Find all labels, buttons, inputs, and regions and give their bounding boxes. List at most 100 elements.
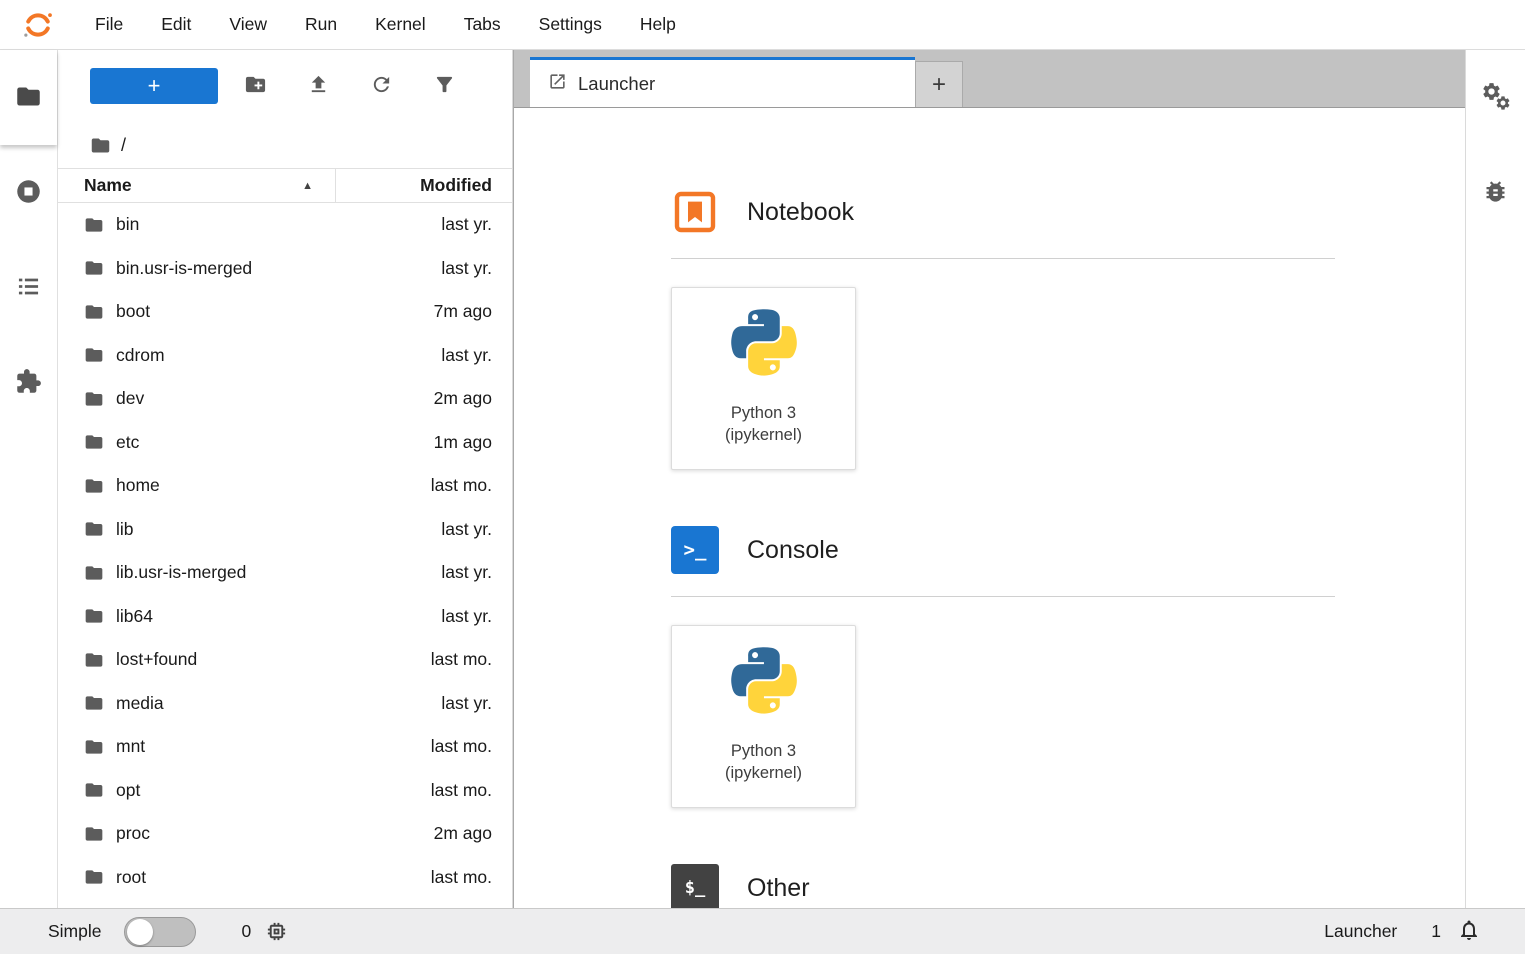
new-folder-icon — [244, 73, 267, 99]
breadcrumb: / — [58, 122, 512, 168]
jupyter-logo-icon — [22, 8, 56, 42]
file-name: mnt — [116, 736, 145, 757]
launcher-section-console: >_ Console Python 3 — [671, 526, 1335, 808]
notification-bell-button[interactable] — [1457, 918, 1481, 945]
kernel-sessions-icon[interactable] — [265, 920, 288, 943]
file-name: media — [116, 693, 164, 714]
sidebar-tab-file-browser[interactable] — [0, 50, 57, 145]
folder-icon — [84, 737, 104, 757]
launcher-section-notebook: Notebook Python 3 (ipykernel) — [671, 188, 1335, 470]
menu-item[interactable]: Settings — [520, 0, 621, 49]
menu-item[interactable]: Tabs — [445, 0, 520, 49]
file-name: dev — [116, 388, 144, 409]
new-launcher-button[interactable]: + — [90, 68, 218, 104]
file-row[interactable]: home last mo. — [58, 464, 512, 508]
menu-item[interactable]: Run — [286, 0, 356, 49]
file-name: opt — [116, 780, 140, 801]
file-modified: last yr. — [441, 606, 512, 627]
launcher-section-other: $_ Other — [671, 864, 1335, 908]
file-list-header: Name ▲ Modified — [58, 168, 512, 203]
home-folder-icon[interactable] — [90, 135, 111, 156]
file-browser-panel: + — [58, 50, 513, 908]
launcher-card-notebook-python3[interactable]: Python 3 (ipykernel) — [671, 287, 856, 470]
simple-mode-toggle[interactable] — [124, 917, 196, 947]
file-list: bin last yr. bin.usr-is-merged last yr. — [58, 203, 512, 908]
launcher-card-console-python3[interactable]: Python 3 (ipykernel) — [671, 625, 856, 808]
file-modified: last yr. — [441, 345, 512, 366]
workspace: + — [0, 50, 1525, 908]
folder-icon — [84, 476, 104, 496]
refresh-icon — [370, 73, 393, 99]
sidebar-tab-debugger[interactable] — [1467, 145, 1524, 240]
jupyterlab-app: File Edit View Run Kernel Tabs Settings … — [0, 0, 1525, 954]
file-row[interactable]: lib.usr-is-merged last yr. — [58, 551, 512, 595]
menu-item[interactable]: Help — [621, 0, 695, 49]
menu-bar: File Edit View Run Kernel Tabs Settings … — [0, 0, 1525, 50]
file-row[interactable]: root last mo. — [58, 856, 512, 900]
folder-icon — [84, 432, 104, 452]
file-name: lib.usr-is-merged — [116, 562, 246, 583]
folder-icon — [84, 345, 104, 365]
file-row[interactable]: boot 7m ago — [58, 290, 512, 334]
file-modified: 2m ago — [434, 388, 512, 409]
menu-item[interactable]: Edit — [142, 0, 210, 49]
python-logo — [723, 646, 805, 728]
extension-manager-icon — [15, 368, 42, 398]
tab-launcher[interactable]: Launcher — [530, 57, 915, 107]
menu-item[interactable]: File — [76, 0, 142, 49]
sidebar-tab-property-inspector[interactable] — [1467, 50, 1524, 145]
sidebar-tab-running-sessions[interactable] — [0, 145, 57, 240]
sidebar-tab-table-of-contents[interactable] — [0, 240, 57, 335]
sidebar-tab-extension-manager[interactable] — [0, 335, 57, 430]
file-modified: 2m ago — [434, 823, 512, 844]
refresh-button[interactable] — [370, 73, 393, 99]
file-row[interactable]: mnt last mo. — [58, 725, 512, 769]
file-row[interactable]: media last yr. — [58, 682, 512, 726]
property-inspector-icon — [1481, 81, 1511, 114]
kernel-card-label: Python 3 (ipykernel) — [725, 402, 802, 447]
file-row[interactable]: lib64 last yr. — [58, 595, 512, 639]
file-modified: last yr. — [441, 562, 512, 583]
new-folder-button[interactable] — [244, 73, 267, 99]
main-dock-panel: Launcher + Notebook — [513, 50, 1465, 908]
file-name: root — [116, 867, 146, 888]
file-row[interactable]: cdrom last yr. — [58, 334, 512, 378]
folder-icon — [84, 563, 104, 583]
file-name: boot — [116, 301, 150, 322]
folder-icon — [84, 824, 104, 844]
current-activity-label: Launcher — [1324, 921, 1397, 942]
name-header-label: Name — [84, 175, 132, 196]
upload-button[interactable] — [307, 73, 330, 99]
breadcrumb-root[interactable]: / — [121, 135, 126, 156]
file-row[interactable]: lost+found last mo. — [58, 638, 512, 682]
bell-icon — [1457, 918, 1481, 945]
file-modified: last yr. — [441, 214, 512, 235]
file-row[interactable]: proc 2m ago — [58, 812, 512, 856]
menu-item[interactable]: Kernel — [356, 0, 445, 49]
file-row[interactable]: bin last yr. — [58, 203, 512, 247]
file-row[interactable]: bin.usr-is-merged last yr. — [58, 247, 512, 291]
file-name: lib64 — [116, 606, 153, 627]
kernel-card-label: Python 3 (ipykernel) — [725, 740, 802, 785]
file-modified: last mo. — [431, 780, 512, 801]
column-header-modified[interactable]: Modified — [335, 169, 512, 202]
file-row[interactable]: opt last mo. — [58, 769, 512, 813]
file-row[interactable]: dev 2m ago — [58, 377, 512, 421]
folder-icon — [84, 867, 104, 887]
column-header-name[interactable]: Name ▲ — [58, 169, 335, 202]
sort-ascending-icon: ▲ — [302, 180, 313, 192]
filter-button[interactable] — [433, 73, 456, 99]
file-modified: last yr. — [441, 519, 512, 540]
folder-icon — [15, 83, 42, 113]
folder-icon — [84, 302, 104, 322]
file-name: proc — [116, 823, 150, 844]
toggle-knob — [127, 919, 153, 945]
folder-icon — [84, 693, 104, 713]
file-row[interactable]: etc 1m ago — [58, 421, 512, 465]
file-row[interactable]: lib last yr. — [58, 508, 512, 552]
debugger-bug-icon — [1482, 178, 1509, 208]
tab-bar: Launcher + — [514, 50, 1465, 108]
menu-item[interactable]: View — [210, 0, 286, 49]
console-icon: >_ — [671, 526, 719, 574]
new-tab-button[interactable]: + — [915, 61, 963, 107]
